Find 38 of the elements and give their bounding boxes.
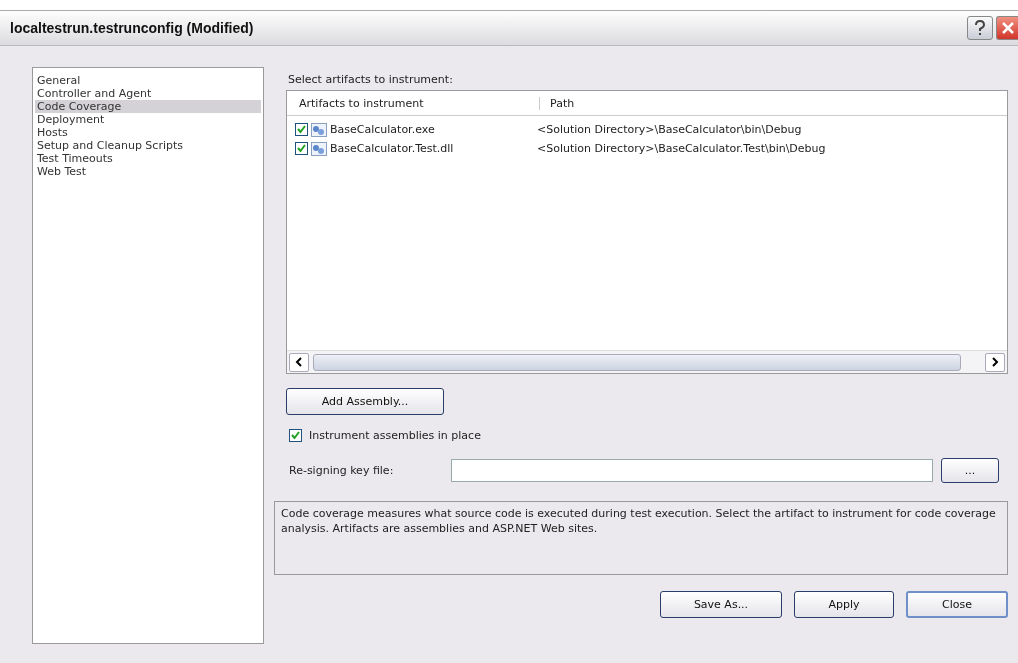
close-button[interactable] [996, 16, 1018, 40]
dialog-button[interactable]: Apply [794, 591, 894, 618]
assembly-path: <Solution Directory>\BaseCalculator.Test\bin\Debug [536, 142, 826, 155]
scroll-left-button[interactable] [289, 352, 309, 372]
artifacts-label: Select artifacts to instrument: [288, 73, 453, 86]
sidebar-item[interactable]: Setup and Cleanup Scripts [35, 139, 261, 152]
checkbox[interactable] [295, 142, 308, 155]
resigning-key-label: Re-signing key file: [289, 464, 395, 477]
sidebar-item[interactable]: Web Test [35, 165, 261, 178]
assembly-path: <Solution Directory>\BaseCalculator\bin\Debug [536, 123, 802, 136]
scroll-thumb[interactable] [313, 353, 961, 371]
close-icon [1000, 21, 1015, 35]
help-button[interactable] [967, 16, 993, 40]
checkbox[interactable] [295, 123, 308, 136]
sidebar-item[interactable]: General [35, 74, 261, 87]
scroll-right-button[interactable] [985, 352, 1005, 372]
description-text: Code coverage measures what source code is executed during test execution. Select the artifact to instrument for code coverage analysis. Artifacts are assemblies and ASP.NET Web sites. [274, 501, 1008, 575]
column-header[interactable]: Path [539, 96, 575, 110]
sidebar-item[interactable]: Test Timeouts [35, 152, 261, 165]
assembly-icon [311, 141, 327, 156]
window-title: localtestrun.testrunconfig (Modified) [10, 20, 254, 36]
add-assembly-button[interactable]: Add Assembly... [286, 388, 444, 415]
assembly-name[interactable]: BaseCalculator.exe [330, 123, 435, 136]
sidebar-item[interactable]: Controller and Agent [35, 87, 261, 100]
horizontal-scrollbar[interactable] [287, 350, 1007, 373]
assembly-icon [311, 122, 327, 137]
sidebar-item[interactable]: Code Coverage [35, 100, 261, 113]
key-file-field[interactable] [451, 459, 933, 482]
column-header[interactable]: Artifacts to instrument [287, 96, 539, 110]
dialog-button[interactable]: Close [906, 591, 1008, 618]
assembly-name[interactable]: BaseCalculator.Test.dll [330, 142, 454, 155]
browse-button[interactable]: ... [941, 458, 999, 483]
checkbox-label[interactable]: Instrument assemblies in place [309, 429, 481, 442]
dialog-button[interactable]: Save As... [660, 591, 782, 618]
sidebar-item[interactable]: Hosts [35, 126, 261, 139]
checkbox[interactable] [289, 429, 302, 442]
help-icon [973, 20, 987, 36]
sidebar-item[interactable]: Deployment [35, 113, 261, 126]
